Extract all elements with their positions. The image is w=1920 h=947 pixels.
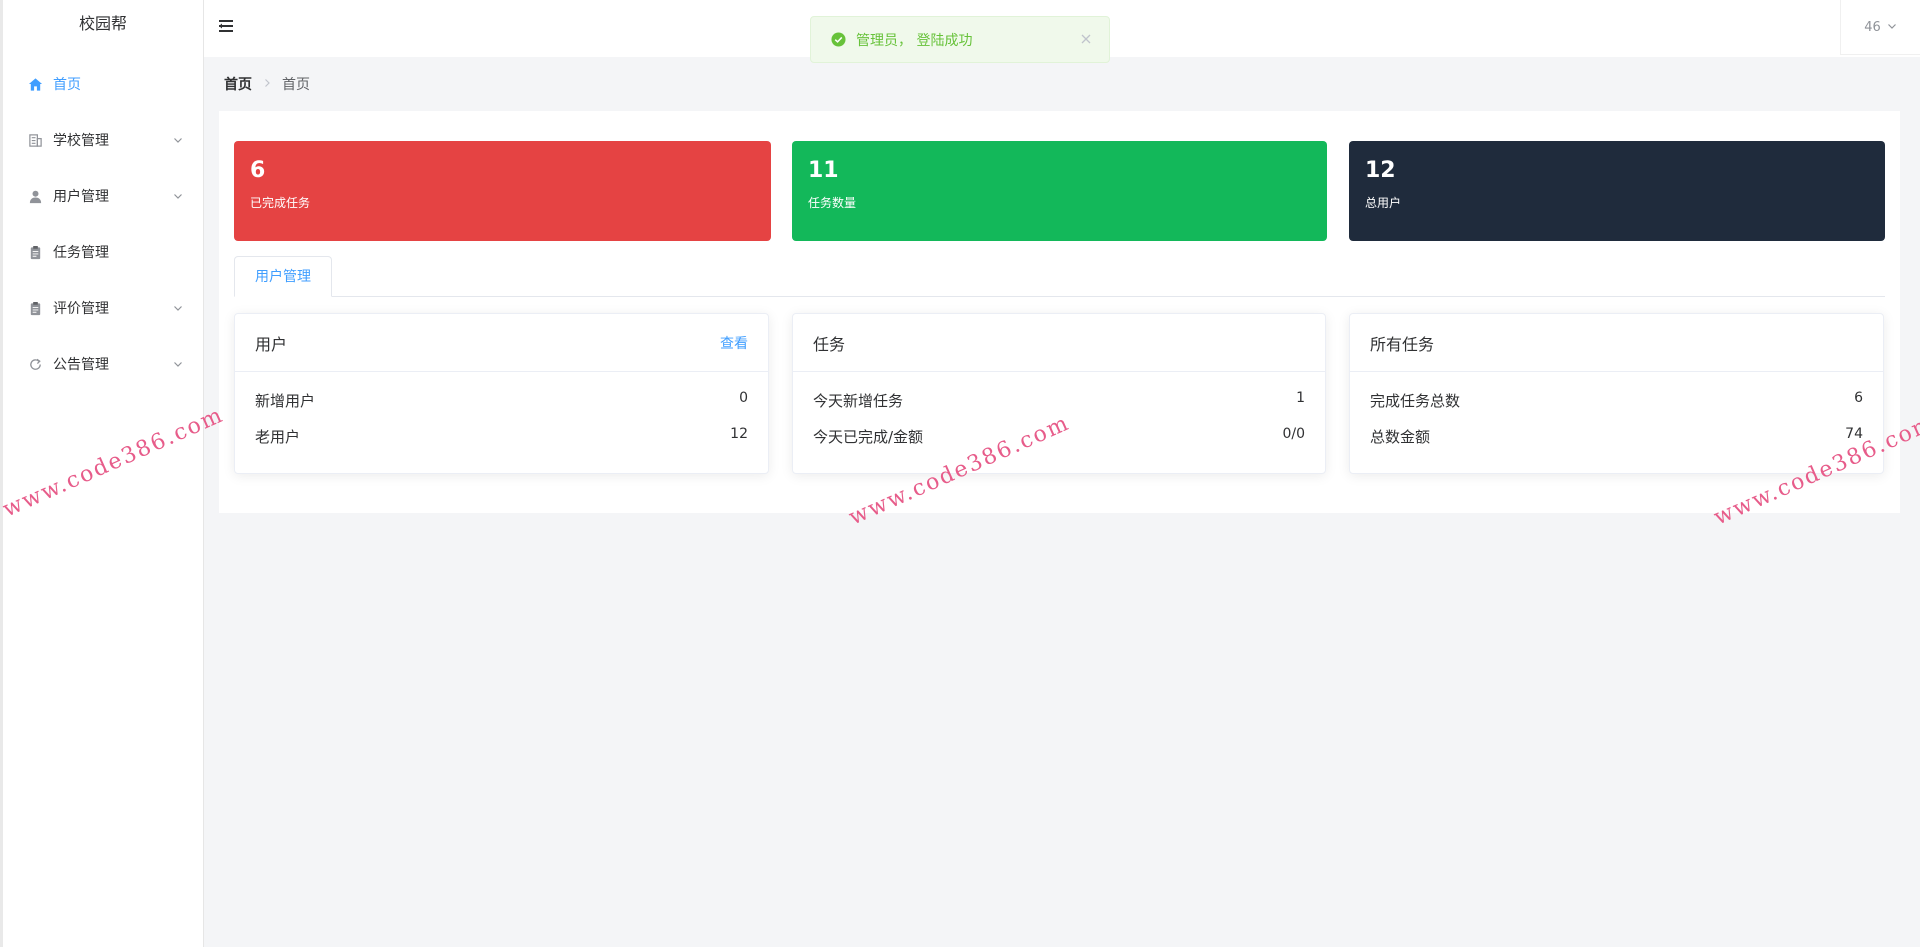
card-body: 新增用户 0 老用户 12 [235,372,768,462]
list-item: 新增用户 0 [255,390,748,426]
sidebar-item-label: 评价管理 [53,301,109,317]
user-menu[interactable]: 46 [1840,0,1920,55]
row-value: 0 [739,390,748,406]
row-label: 今天已完成/金额 [813,428,924,446]
chevron-down-icon [1887,20,1897,35]
card-header: 用户 查看 [235,314,768,372]
card-title: 用户 [255,334,288,354]
check-circle-icon [831,32,846,47]
list-item: 今天已完成/金额 0/0 [813,426,1305,462]
stat-label: 总用户 [1365,196,1402,210]
tab-user-management[interactable]: 用户管理 [234,256,332,297]
sidebar-item-users[interactable]: 用户管理 [3,168,203,224]
stat-label: 已完成任务 [250,196,311,210]
sidebar-item-label: 公告管理 [53,357,109,373]
sidebar-item-label: 学校管理 [53,133,109,149]
list-item: 完成任务总数 6 [1370,390,1863,426]
user-icon [27,188,43,204]
row-label: 今天新增任务 [813,392,904,410]
row-label: 老用户 [255,428,301,446]
row-value: 12 [730,426,748,442]
toast-message: 管理员， 登陆成功 [856,32,973,49]
breadcrumb-item-current: 首页 [282,77,310,93]
row-value: 6 [1854,390,1863,406]
stat-card-total-users: 12 总用户 [1349,141,1885,241]
sidebar-item-announcements[interactable]: 公告管理 [3,336,203,392]
sidebar-item-tasks[interactable]: 任务管理 [3,224,203,280]
dashboard-panel: 6 已完成任务 11 任务数量 12 总用户 用户管理 用户 查看 新增用户 0… [219,111,1900,513]
card-header: 所有任务 [1350,314,1883,372]
menu-toggle-icon[interactable] [216,17,236,35]
row-value: 1 [1296,390,1305,406]
card-body: 今天新增任务 1 今天已完成/金额 0/0 [793,372,1325,462]
tasks-card: 任务 今天新增任务 1 今天已完成/金额 0/0 [792,313,1326,474]
list-item: 老用户 12 [255,426,748,462]
sidebar-item-label: 用户管理 [53,189,109,205]
app-logo-title: 校园帮 [78,14,127,33]
list-item: 总数金额 74 [1370,426,1863,462]
breadcrumb-item-home[interactable]: 首页 [224,74,252,94]
clipboard-icon [27,244,43,260]
chevron-down-icon [173,357,183,367]
tabs: 用户管理 [234,256,1885,297]
sidebar-item-reviews[interactable]: 评价管理 [3,280,203,336]
stat-label: 任务数量 [808,196,857,210]
sidebar-item-label: 首页 [53,77,81,93]
chevron-down-icon [173,189,183,199]
card-title: 任务 [813,334,846,354]
users-card: 用户 查看 新增用户 0 老用户 12 [234,313,769,474]
chevron-down-icon [173,301,183,311]
chevron-right-icon [262,77,272,91]
building-icon [27,132,43,148]
view-link[interactable]: 查看 [720,333,748,353]
breadcrumb: 首页 首页 [224,74,310,94]
sidebar-menu: 首页 学校管理 用户管理 任务管理 评价管理 公告管理 [3,56,203,392]
row-label: 新增用户 [255,392,316,410]
sidebar-item-home[interactable]: 首页 [3,56,203,112]
stat-card-completed-tasks: 6 已完成任务 [234,141,771,241]
stat-value: 11 [808,158,839,183]
stat-value: 6 [250,158,266,183]
all-tasks-card: 所有任务 完成任务总数 6 总数金额 74 [1349,313,1884,474]
sidebar-item-label: 任务管理 [53,245,109,261]
refresh-icon [27,356,43,372]
stat-value: 12 [1365,158,1396,183]
row-label: 总数金额 [1370,428,1431,446]
row-label: 完成任务总数 [1370,392,1461,410]
close-icon[interactable] [1079,32,1093,46]
row-value: 0/0 [1282,426,1305,442]
sidebar: 校园帮 首页 学校管理 用户管理 任务管理 评价管理 公告管理 [0,0,204,947]
success-toast: 管理员， 登陆成功 [810,16,1110,63]
row-value: 74 [1845,426,1863,442]
user-name: 46 [1864,19,1881,35]
stat-card-task-count: 11 任务数量 [792,141,1327,241]
clipboard-icon [27,300,43,316]
card-header: 任务 [793,314,1325,372]
sidebar-item-school[interactable]: 学校管理 [3,112,203,168]
card-title: 所有任务 [1370,334,1435,354]
list-item: 今天新增任务 1 [813,390,1305,426]
card-body: 完成任务总数 6 总数金额 74 [1350,372,1883,462]
home-icon [27,76,43,92]
chevron-down-icon [173,133,183,143]
